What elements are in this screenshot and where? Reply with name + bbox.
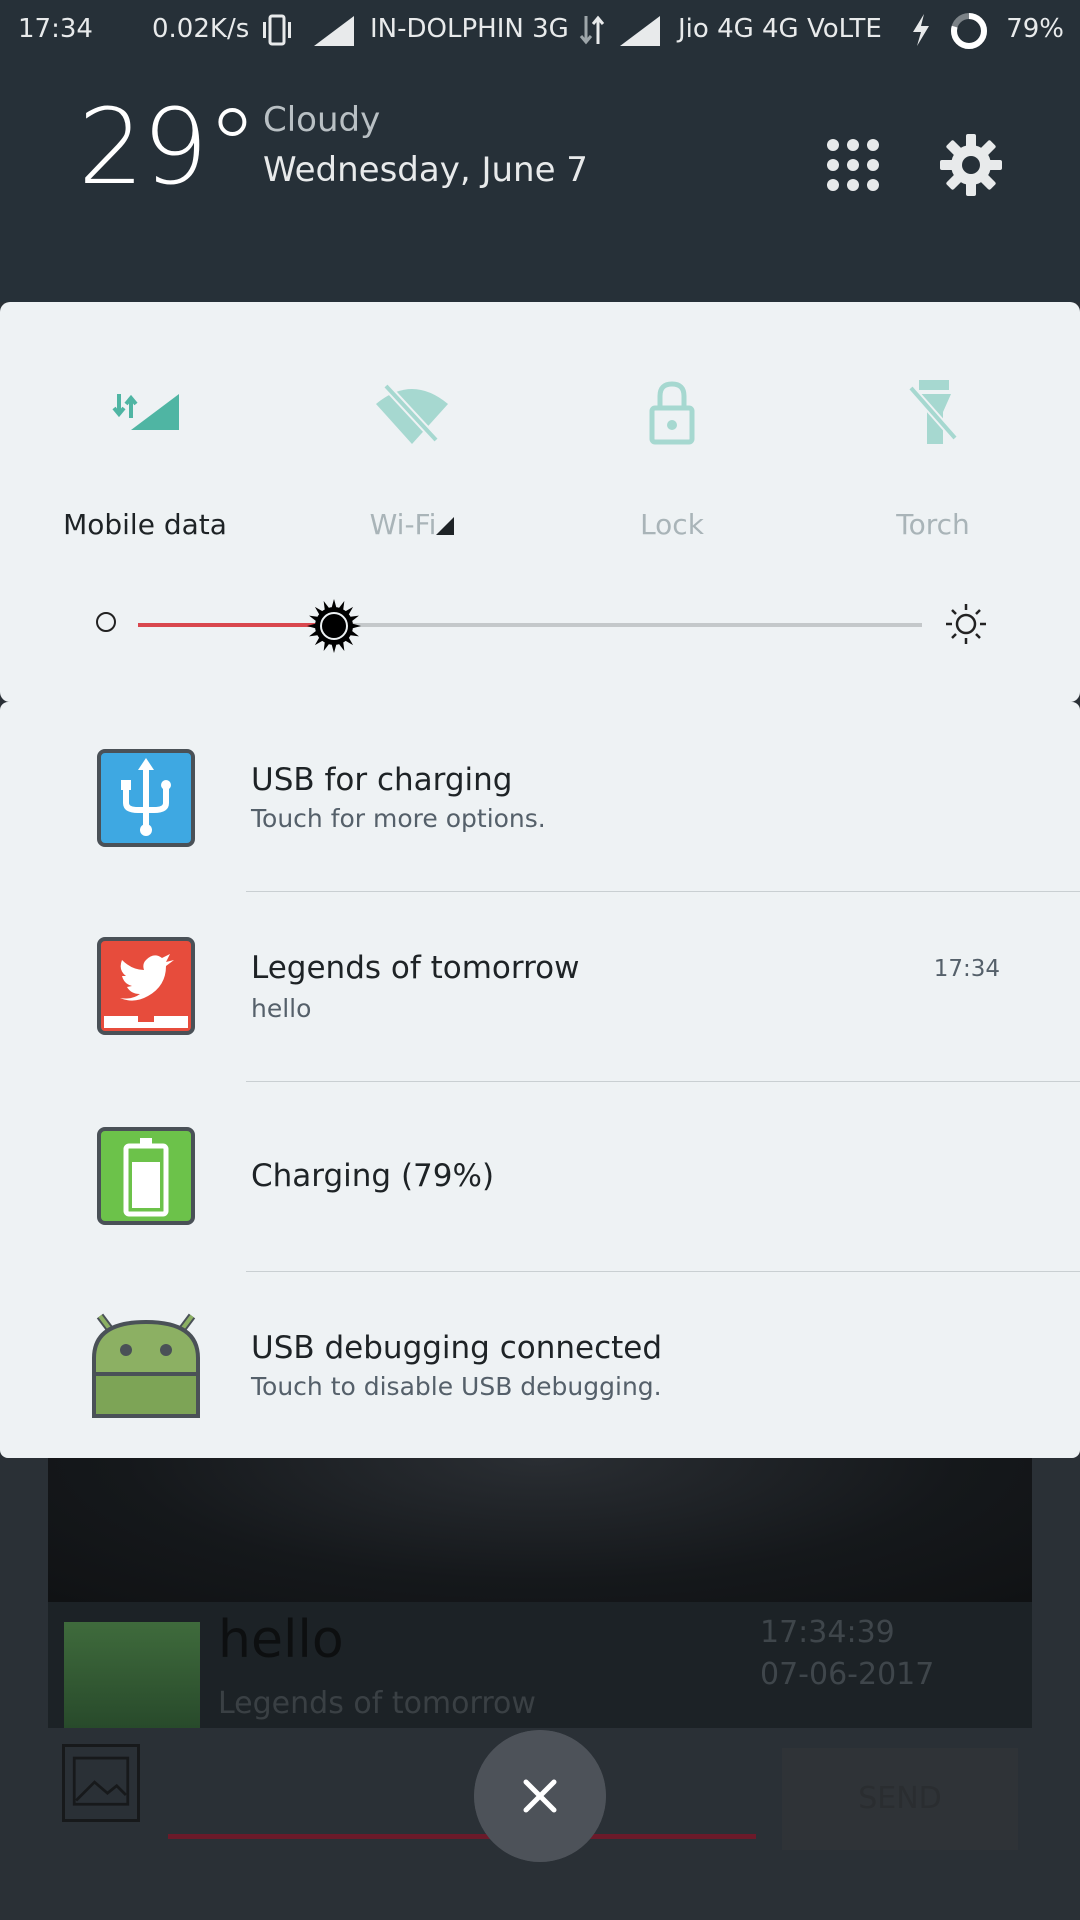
tile-wifi[interactable]: Wi-Fi — [292, 372, 532, 541]
weather-condition: Cloudy — [263, 100, 381, 140]
tile-lock[interactable]: Lock — [552, 372, 792, 541]
status-bar: 17:34 0.02K/s IN-DOLPHIN 3G Jio 4G 4G Vo… — [0, 0, 1080, 62]
notification-usb-debugging[interactable]: USB debugging connected Touch to disable… — [0, 1272, 1080, 1462]
background-message-row: hello Legends of tomorrow 17:34:39 07-06… — [48, 1602, 1032, 1728]
timestamp-time: 17:34:39 — [760, 1615, 895, 1650]
tile-mobile-data[interactable]: Mobile data — [25, 372, 265, 541]
battery-percent: 79% — [1006, 14, 1064, 44]
toggles-grid-icon[interactable] — [820, 132, 886, 198]
weak-signal-icon — [436, 517, 455, 535]
tile-label: Torch — [896, 508, 970, 541]
tile-label: Wi-Fi — [292, 508, 532, 541]
notification-subtitle: Touch for more options. — [251, 804, 546, 833]
data-transfer-icon — [579, 15, 605, 45]
vibrate-icon — [263, 14, 291, 46]
quick-settings-panel: Mobile data Wi-Fi Lock Torch — [0, 302, 1080, 702]
charging-bolt-icon — [913, 14, 929, 46]
sun-ray — [331, 599, 337, 609]
android-icon — [92, 1313, 200, 1418]
notification-subtitle: hello — [251, 994, 312, 1023]
brightness-slider-fill — [138, 623, 334, 627]
notification-time: 17:34 — [933, 956, 1000, 982]
signal-strength-icon — [620, 16, 660, 46]
tile-label: Mobile data — [63, 508, 227, 541]
background-app-image — [48, 1458, 1032, 1602]
tile-torch[interactable]: Torch — [813, 372, 1053, 541]
message-input-underline — [168, 1834, 756, 1839]
network-speed: 0.02K/s — [152, 14, 250, 44]
notification-title: Charging (79%) — [251, 1158, 495, 1194]
settings-gear-icon[interactable] — [936, 130, 1006, 200]
message-timestamp: 17:34:39 07-06-2017 — [760, 1612, 934, 1696]
mobile-data-icon — [112, 394, 179, 430]
brightness-high-icon[interactable] — [944, 602, 988, 646]
notification-subtitle: Touch to disable USB debugging. — [251, 1372, 662, 1401]
notification-usb-charging[interactable]: USB for charging Touch for more options. — [0, 702, 1080, 892]
battery-charging-icon — [97, 1127, 195, 1225]
torch-off-icon — [907, 380, 959, 444]
notification-charging[interactable]: Charging (79%) — [0, 1082, 1080, 1272]
brightness-slider-thumb[interactable] — [306, 598, 362, 654]
twitter-bird-icon — [97, 937, 195, 1035]
signal-strength-icon — [314, 16, 354, 46]
message-text: hello — [218, 1610, 344, 1670]
notification-title: USB for charging — [251, 762, 513, 798]
carrier-2-label: Jio 4G 4G VoLTE — [678, 14, 882, 44]
lock-icon — [649, 381, 695, 445]
message-thumbnail — [64, 1622, 200, 1728]
sun-ray — [331, 643, 337, 653]
brightness-low-icon — [96, 612, 116, 632]
usb-icon — [97, 749, 195, 847]
temperature: 29° — [78, 86, 258, 208]
send-button: SEND — [782, 1748, 1018, 1850]
sun-ray — [307, 623, 317, 629]
date-label[interactable]: Wednesday, June 7 — [263, 150, 588, 190]
sun-ray — [351, 623, 361, 629]
timestamp-date: 07-06-2017 — [760, 1657, 935, 1692]
battery-ring-icon — [951, 13, 987, 49]
notification-title: Legends of tomorrow — [251, 950, 580, 986]
tile-label: Lock — [640, 508, 704, 541]
image-attach-icon — [62, 1744, 140, 1822]
wifi-off-icon — [376, 383, 448, 444]
carrier-1-label: IN-DOLPHIN 3G — [370, 14, 569, 44]
message-sender: Legends of tomorrow — [218, 1686, 536, 1721]
close-shade-button[interactable] — [474, 1730, 606, 1862]
notification-title: USB debugging connected — [251, 1330, 663, 1366]
status-time: 17:34 — [18, 14, 93, 44]
notification-twitter[interactable]: Legends of tomorrow hello 17:34 — [0, 892, 1080, 1082]
notification-list: USB for charging Touch for more options.… — [0, 702, 1080, 1458]
